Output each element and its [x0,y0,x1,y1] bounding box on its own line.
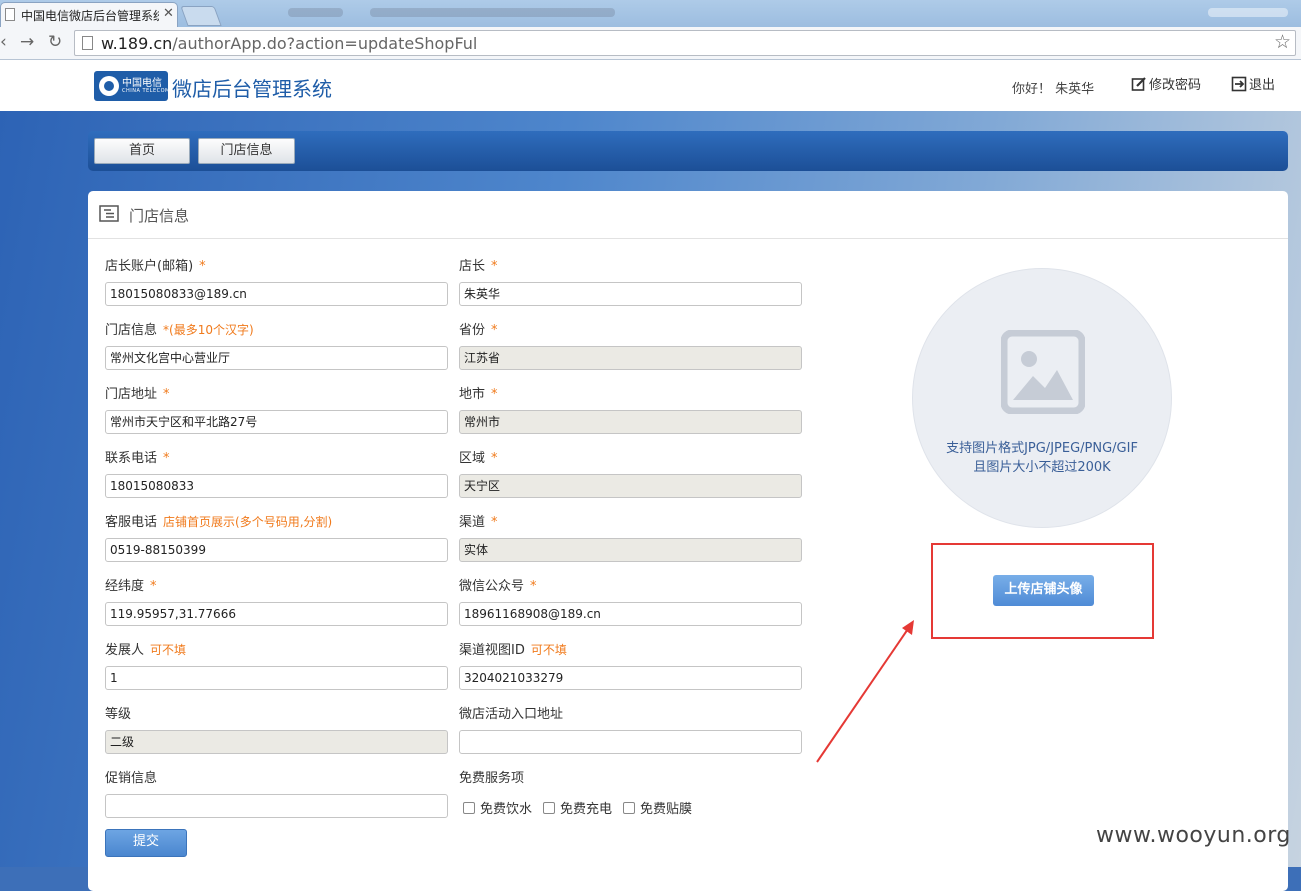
free-charging-label: 免费充电 [560,802,613,817]
activity-entry-input[interactable] [459,730,802,754]
free-charging-checkbox[interactable]: 免费充电 [543,798,612,817]
bookmark-star-icon[interactable]: ☆ [1274,31,1291,53]
highlight-box: 上传店铺头像 [931,543,1154,639]
change-password-link[interactable]: 修改密码 [1131,74,1201,93]
checkbox-box[interactable] [623,802,635,814]
phone-label: 联系电话 * [105,451,170,466]
submit-button[interactable]: 提交 [105,829,187,857]
province-label: 省份 * [459,323,498,338]
service-phone-label: 客服电话 店铺首页展示(多个号码用,分割) [105,515,333,530]
system-title: 微店后台管理系统 [172,77,332,101]
page-icon [5,8,15,21]
owner-account-input[interactable]: 18015080833@189.cn [105,282,448,306]
logo-text: 中国电信 [122,78,162,89]
owner-label: 店长 * [459,259,498,274]
channel-view-id-input[interactable]: 3204021033279 [459,666,802,690]
free-services-label: 免费服务项 [459,771,525,786]
nav-store-info-button[interactable]: 门店信息 [198,138,295,164]
free-film-checkbox[interactable]: 免费贴膜 [623,798,692,817]
owner-input[interactable]: 朱英华 [459,282,802,306]
reload-icon[interactable]: ↻ [48,32,62,52]
user-greeting: 你好！ 朱英华 [1012,82,1095,97]
edit-icon [1131,77,1146,91]
back-icon[interactable]: ‹ [0,32,7,52]
store-info-panel: 门店信息 店长账户(邮箱) * 18015080833@189.cn 店长 * 朱英… [88,191,1288,891]
level-input: 二级 [105,730,448,754]
close-tab-icon[interactable]: ✕ [163,6,174,21]
site-header: 中国电信 CHINA TELECOM 微店后台管理系统 你好！ 朱英华 修改密码… [0,60,1301,111]
panel-title: 门店信息 [129,207,190,225]
service-phone-input[interactable]: 0519-88150399 [105,538,448,562]
telecom-mark-icon [99,76,119,96]
logout-icon [1231,76,1247,92]
new-tab-button[interactable] [180,6,222,26]
image-placeholder-icon [1001,330,1085,414]
free-water-checkbox[interactable]: 免费饮水 [463,798,532,817]
logout-link[interactable]: 退出 [1231,74,1275,93]
main-nav: 首页 门店信息 [88,131,1288,171]
store-info-input[interactable]: 常州文化宫中心营业厅 [105,346,448,370]
upload-tip: 支持图片格式JPG/JPEG/PNG/GIF 且图片大小不超过200K [946,441,1138,475]
city-input: 常州市 [459,410,802,434]
city-label: 地市 * [459,387,498,402]
forward-icon[interactable]: → [20,32,34,52]
free-film-label: 免费贴膜 [640,802,693,817]
china-telecom-logo: 中国电信 CHINA TELECOM [94,71,170,101]
free-water-label: 免费饮水 [480,802,533,817]
list-icon [99,205,119,222]
blurred-text [370,8,615,17]
owner-account-label: 店长账户(邮箱) * [105,259,206,274]
promotion-input[interactable] [105,794,448,818]
channel-input: 实体 [459,538,802,562]
panel-header: 门店信息 [88,191,1288,239]
promotion-label: 促销信息 [105,771,158,786]
store-address-label: 门店地址 * [105,387,170,402]
district-label: 区域 * [459,451,498,466]
page-icon [82,36,93,50]
store-info-label: 门店信息 *(最多10个汉字) [105,323,254,338]
channel-label: 渠道 * [459,515,498,530]
browser-tab[interactable]: 中国电信微店后台管理系统 ✕ [0,2,178,27]
watermark: www.wooyun.org [1096,823,1291,848]
nav-home-button[interactable]: 首页 [94,138,190,164]
coordinates-input[interactable]: 119.95957,31.77666 [105,602,448,626]
blurred-text [288,8,343,17]
province-input: 江苏省 [459,346,802,370]
channel-view-id-label: 渠道视图ID 可不填 [459,643,567,658]
coordinates-label: 经纬度 * [105,579,157,594]
phone-input[interactable]: 18015080833 [105,474,448,498]
avatar-placeholder: 支持图片格式JPG/JPEG/PNG/GIF 且图片大小不超过200K [912,268,1172,528]
browser-tab-title: 中国电信微店后台管理系统 [21,9,159,23]
change-password-label: 修改密码 [1149,78,1202,93]
checkbox-box[interactable] [463,802,475,814]
district-input: 天宁区 [459,474,802,498]
logo-subtext: CHINA TELECOM [122,88,170,94]
wechat-label: 微信公众号 * [459,579,537,594]
address-bar[interactable]: w.189.cn/authorApp.do?action=updateShopF… [74,30,1296,56]
blurred-window-controls [1208,8,1288,17]
level-label: 等级 [105,707,132,722]
logout-label: 退出 [1249,78,1276,93]
activity-entry-label: 微店活动入口地址 [459,707,564,722]
developer-label: 发展人 可不填 [105,643,187,658]
browser-toolbar: ‹ → ↻ w.189.cn/authorApp.do?action=updat… [0,27,1301,60]
browser-tab-bar: 中国电信微店后台管理系统 ✕ [0,0,1301,27]
wechat-input[interactable]: 18961168908@189.cn [459,602,802,626]
url-text: w.189.cn/authorApp.do?action=updateShopF… [101,34,478,53]
checkbox-box[interactable] [543,802,555,814]
developer-input[interactable]: 1 [105,666,448,690]
upload-avatar-button[interactable]: 上传店铺头像 [993,575,1094,606]
store-address-input[interactable]: 常州市天宁区和平北路27号 [105,410,448,434]
